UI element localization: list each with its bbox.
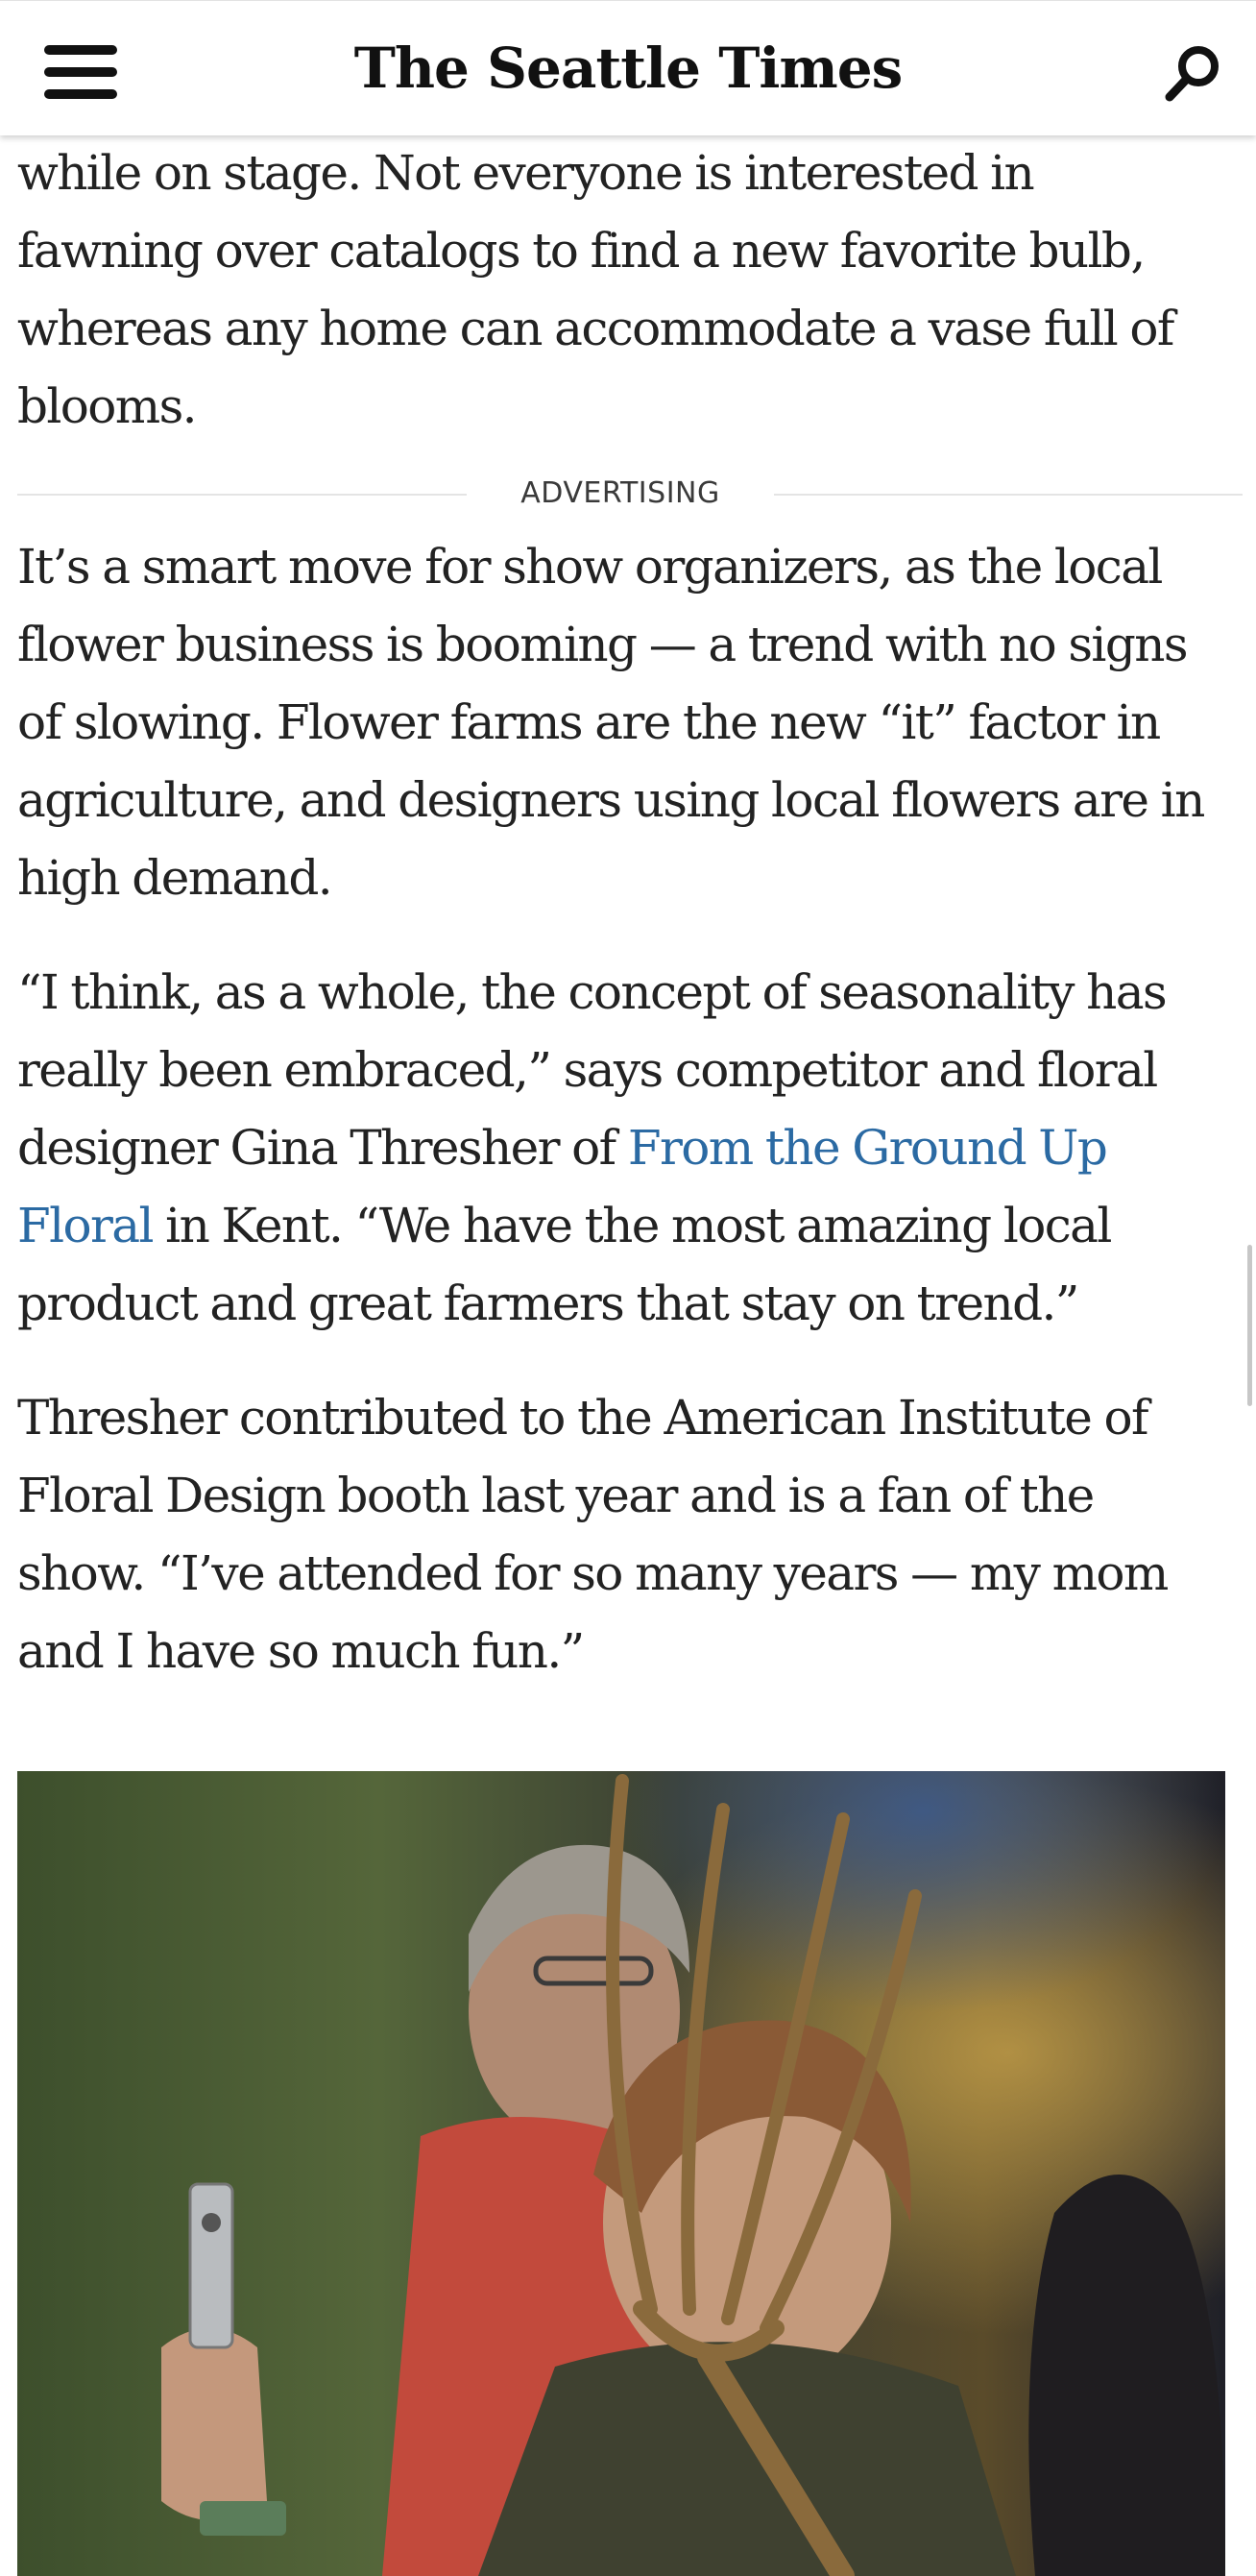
article-body: while on stage. Not everyone is interest… (17, 134, 1243, 1690)
article-photo[interactable] (17, 1771, 1225, 2576)
advertising-divider: ADVERTISING (17, 459, 1243, 528)
divider-line-right (774, 494, 1243, 496)
divider-line-left (17, 494, 467, 496)
article-paragraph-quote: “I think, as a whole, the concept of sea… (17, 954, 1227, 1343)
quote-text-end: in Kent. “We have the most amazing local… (17, 1198, 1112, 1331)
site-logo[interactable]: The Seattle Times (0, 30, 1256, 107)
article-paragraph: while on stage. Not everyone is interest… (17, 145, 1174, 434)
advertising-label: ADVERTISING (520, 476, 720, 510)
site-header: The Seattle Times (0, 0, 1256, 135)
page-scrollbar[interactable] (1247, 1245, 1252, 1406)
article-paragraph: It’s a smart move for show organizers, a… (17, 539, 1205, 906)
article-paragraph: Thresher contributed to the American Ins… (17, 1390, 1169, 1679)
search-icon[interactable] (1160, 39, 1227, 107)
